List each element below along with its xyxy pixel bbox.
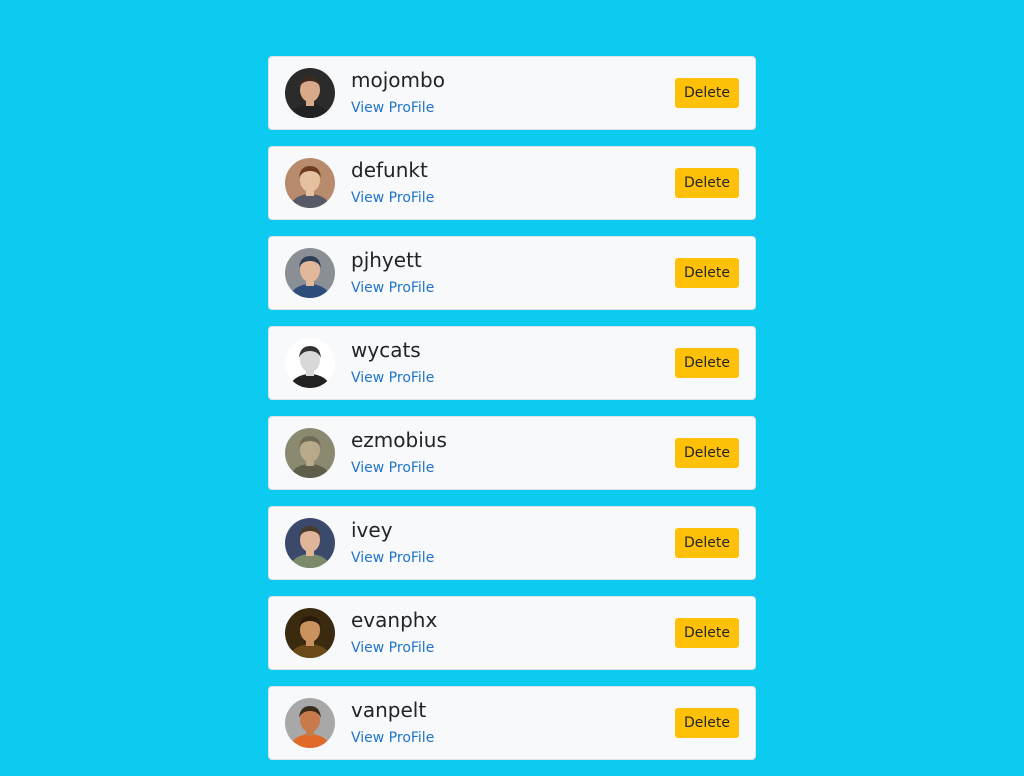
- avatar: [285, 518, 335, 568]
- view-profile-link[interactable]: View ProFile: [351, 370, 434, 386]
- view-profile-link[interactable]: View ProFile: [351, 640, 437, 656]
- username: pjhyett: [351, 248, 422, 272]
- avatar: [285, 428, 335, 478]
- user-list: mojombo View ProFile Delete defunkt View Pro…: [268, 56, 756, 776]
- view-profile-link[interactable]: View ProFile: [351, 190, 434, 206]
- user-info: ezmobius View ProFile: [351, 416, 447, 490]
- user-card: evanphx View ProFile Delete: [268, 596, 756, 670]
- view-profile-link[interactable]: View ProFile: [351, 730, 434, 746]
- user-card: ezmobius View ProFile Delete: [268, 416, 756, 490]
- user-card: vanpelt View ProFile Delete: [268, 686, 756, 760]
- user-card: ivey View ProFile Delete: [268, 506, 756, 580]
- username: ezmobius: [351, 428, 447, 452]
- avatar: [285, 248, 335, 298]
- user-info: evanphx View ProFile: [351, 596, 437, 670]
- user-card: mojombo View ProFile Delete: [268, 56, 756, 130]
- avatar: [285, 608, 335, 658]
- delete-button[interactable]: Delete: [675, 348, 739, 378]
- user-card: defunkt View ProFile Delete: [268, 146, 756, 220]
- avatar: [285, 698, 335, 748]
- user-card: wycats View ProFile Delete: [268, 326, 756, 400]
- username: ivey: [351, 518, 393, 542]
- delete-button[interactable]: Delete: [675, 618, 739, 648]
- delete-button[interactable]: Delete: [675, 438, 739, 468]
- view-profile-link[interactable]: View ProFile: [351, 550, 434, 566]
- view-profile-link[interactable]: View ProFile: [351, 100, 445, 116]
- delete-button[interactable]: Delete: [675, 528, 739, 558]
- username: defunkt: [351, 158, 428, 182]
- user-info: defunkt View ProFile: [351, 146, 434, 220]
- delete-button[interactable]: Delete: [675, 258, 739, 288]
- avatar: [285, 68, 335, 118]
- user-info: mojombo View ProFile: [351, 56, 445, 130]
- user-info: vanpelt View ProFile: [351, 686, 434, 760]
- user-info: pjhyett View ProFile: [351, 236, 434, 310]
- view-profile-link[interactable]: View ProFile: [351, 460, 447, 476]
- username: mojombo: [351, 68, 445, 92]
- user-card: pjhyett View ProFile Delete: [268, 236, 756, 310]
- delete-button[interactable]: Delete: [675, 708, 739, 738]
- user-info: ivey View ProFile: [351, 506, 434, 580]
- username: evanphx: [351, 608, 438, 632]
- username: vanpelt: [351, 698, 427, 722]
- avatar: [285, 158, 335, 208]
- delete-button[interactable]: Delete: [675, 78, 739, 108]
- user-info: wycats View ProFile: [351, 326, 434, 400]
- username: wycats: [351, 338, 421, 362]
- view-profile-link[interactable]: View ProFile: [351, 280, 434, 296]
- delete-button[interactable]: Delete: [675, 168, 739, 198]
- avatar: [285, 338, 335, 388]
